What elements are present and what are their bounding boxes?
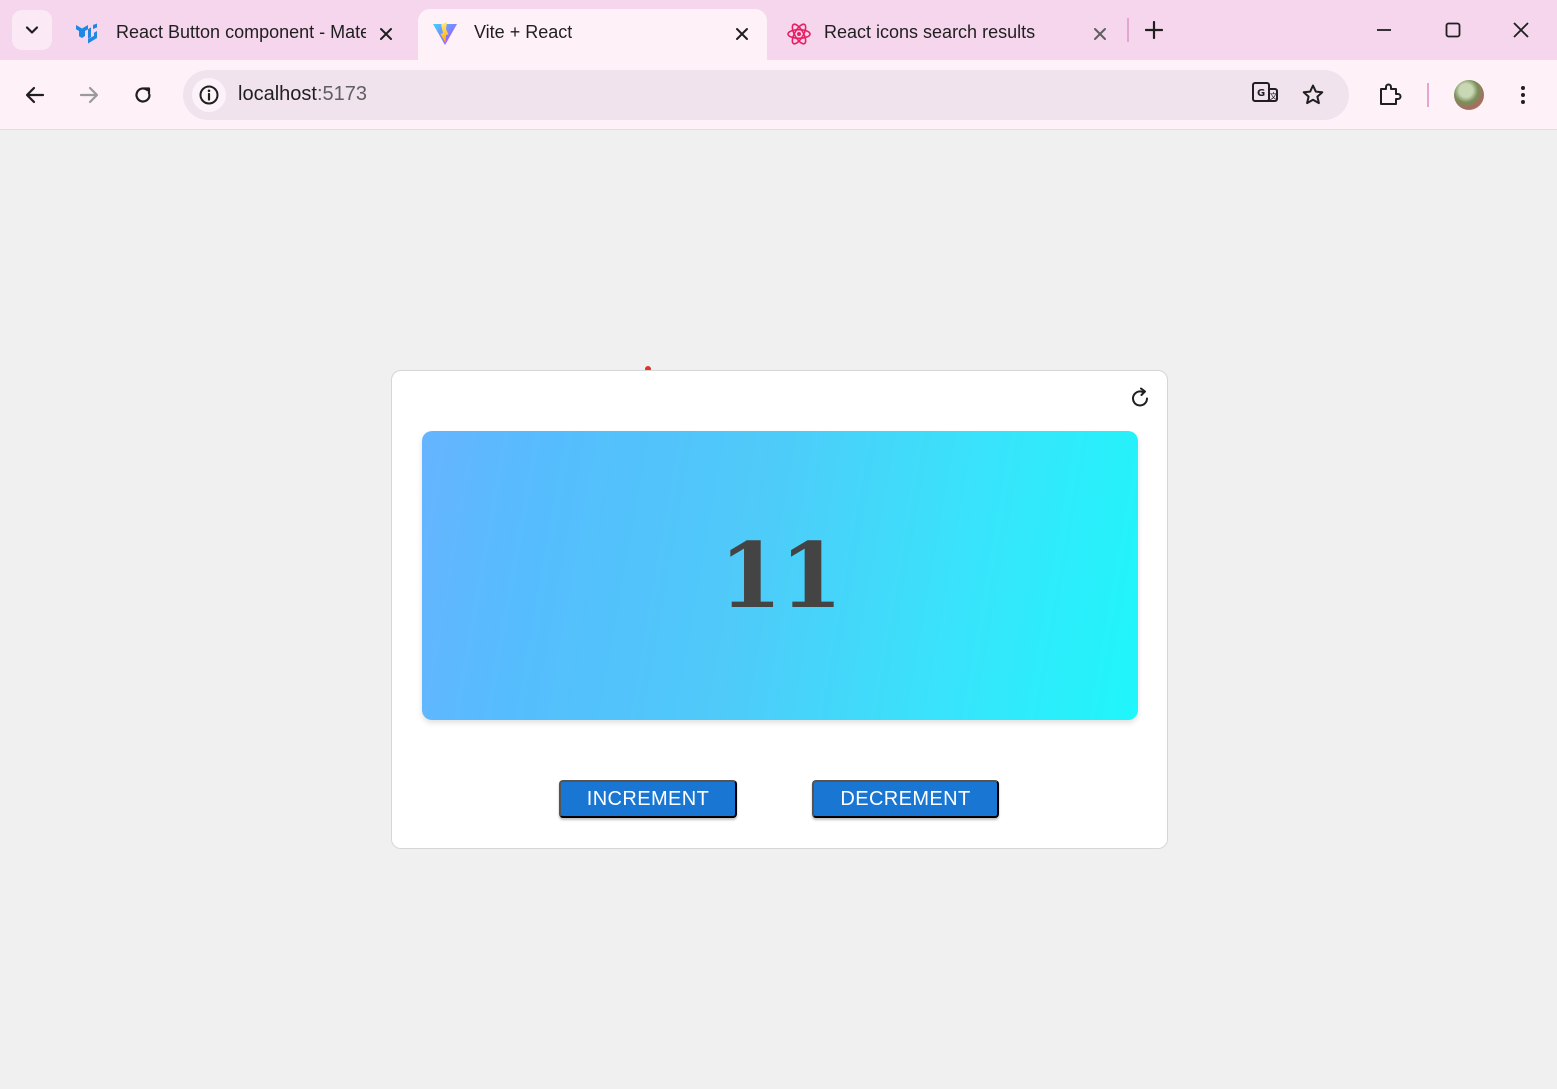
tab-react-icons[interactable]: React icons search results [772, 9, 1122, 60]
reload-button[interactable] [124, 76, 162, 114]
bookmark-star-icon[interactable] [1298, 80, 1328, 110]
close-icon[interactable] [373, 21, 399, 47]
arrow-left-icon [25, 86, 45, 104]
counter-value: 11 [719, 522, 842, 629]
url-text[interactable]: localhost:5173 [238, 83, 367, 106]
tab-strip: React Button component - Material UI Vit… [0, 0, 1557, 60]
mui-logo-icon [74, 21, 100, 47]
more-vertical-icon [1521, 86, 1525, 104]
minimize-icon [1377, 29, 1391, 31]
close-icon[interactable] [1087, 21, 1113, 47]
svg-text:G: G [1257, 88, 1265, 99]
counter-display: 11 [422, 431, 1138, 720]
svg-text:文: 文 [1270, 91, 1278, 101]
react-logo-icon [786, 21, 812, 47]
puzzle-icon [1380, 83, 1402, 105]
page-viewport: 11 INCREMENT DECREMENT [0, 131, 1557, 1089]
browser-toolbar: localhost:5173 G文 [0, 60, 1557, 130]
close-icon[interactable] [729, 21, 755, 47]
chevron-down-icon [25, 26, 39, 34]
maximize-icon [1445, 22, 1461, 38]
site-info-button[interactable] [192, 78, 226, 112]
close-icon [1513, 22, 1529, 38]
tab-title: React Button component - Material UI [116, 22, 366, 42]
tab-separator [1127, 18, 1129, 42]
tab-title: React icons search results [824, 22, 1036, 42]
address-bar[interactable]: localhost:5173 G文 [183, 70, 1349, 120]
vite-logo-icon [432, 21, 458, 47]
reset-button[interactable] [1127, 385, 1153, 411]
minimize-button[interactable] [1364, 10, 1404, 50]
increment-button[interactable]: INCREMENT [559, 780, 737, 818]
tab-search-button[interactable] [12, 10, 52, 50]
plus-icon [1145, 21, 1163, 39]
tab-vite-react[interactable]: Vite + React [418, 9, 767, 60]
tab-title: Vite + React [474, 22, 573, 42]
new-tab-button[interactable] [1138, 14, 1170, 46]
decrement-button[interactable]: DECREMENT [812, 780, 999, 818]
url-port: :5173 [316, 83, 367, 105]
browser-menu-button[interactable] [1504, 76, 1542, 114]
close-window-button[interactable] [1501, 10, 1541, 50]
refresh-icon [1132, 387, 1148, 407]
back-button[interactable] [16, 76, 54, 114]
toolbar-separator [1427, 83, 1429, 107]
arrow-right-icon [79, 86, 99, 104]
forward-button[interactable] [70, 76, 108, 114]
profile-avatar[interactable] [1454, 80, 1484, 110]
reload-icon [135, 87, 151, 103]
translate-icon[interactable]: G文 [1250, 80, 1280, 110]
url-host: localhost [238, 83, 317, 105]
counter-card: 11 INCREMENT DECREMENT [391, 370, 1168, 849]
maximize-button[interactable] [1433, 10, 1473, 50]
tab-mui-button[interactable]: React Button component - Material UI [60, 9, 416, 60]
info-icon [199, 85, 219, 105]
extensions-button[interactable] [1371, 76, 1409, 114]
